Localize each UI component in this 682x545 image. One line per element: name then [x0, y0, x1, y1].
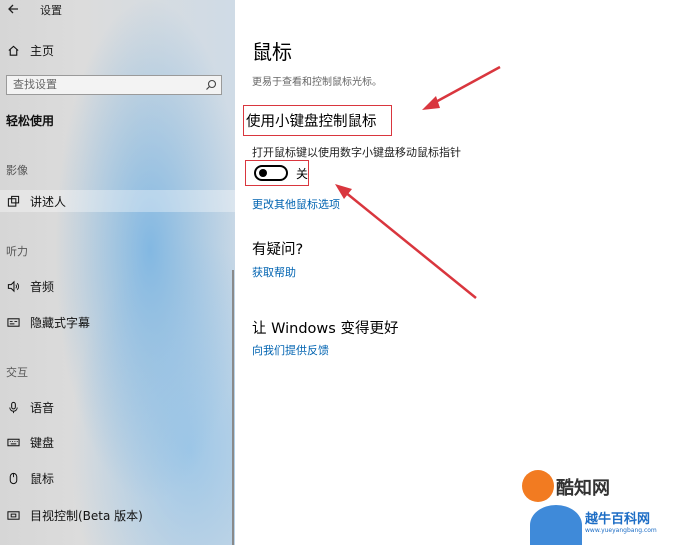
watermark-brand: 酷知网: [556, 478, 610, 499]
watermark-graphic: [530, 505, 582, 545]
sidebar-item-label: 主页: [30, 43, 55, 58]
page-subtitle: 更易于查看和控制鼠标光标。: [252, 77, 382, 88]
sidebar-scrollbar[interactable]: [232, 270, 234, 545]
group-label-interaction: 交互: [6, 366, 28, 379]
narrator-icon: [6, 194, 20, 208]
section-title-improve: 让 Windows 变得更好: [252, 321, 399, 337]
section-title-keypad: 使用小键盘控制鼠标: [243, 105, 392, 136]
more-mouse-options-link[interactable]: 更改其他鼠标选项: [252, 196, 340, 212]
mouse-keys-toggle[interactable]: [254, 165, 288, 181]
window-title: 设置: [40, 4, 62, 17]
search-icon[interactable]: [205, 79, 217, 91]
eye-control-icon: [6, 508, 20, 522]
sidebar-item-audio[interactable]: 音频: [0, 276, 235, 296]
home-icon: [6, 43, 20, 57]
sidebar-item-narrator[interactable]: 讲述人: [0, 190, 235, 212]
section-title-help: 有疑问?: [252, 242, 304, 258]
back-arrow-icon[interactable]: [6, 2, 20, 16]
group-label-vision: 影像: [6, 164, 28, 177]
toggle-knob: [259, 169, 267, 177]
window-title-bar: 设置: [0, 0, 235, 18]
captions-icon: [6, 315, 20, 329]
watermark-brand-2: 越牛百科网: [585, 512, 651, 527]
sidebar: 设置 主页 查找设置 轻松使用 影像 讲述人 听力 音频 隐藏式字幕 交互 语音…: [0, 0, 235, 545]
sidebar-item-label: 音频: [30, 279, 55, 294]
sidebar-item-label: 鼠标: [30, 471, 55, 486]
sidebar-item-eye-control[interactable]: 目视控制(Beta 版本): [0, 505, 235, 525]
category-title: 轻松使用: [6, 114, 55, 128]
watermark-url: www.yueyangbang.com: [585, 527, 657, 534]
sidebar-item-label: 隐藏式字幕: [30, 315, 91, 330]
toggle-description: 打开鼠标键以使用数字小键盘移动鼠标指针: [252, 146, 461, 159]
page-title: 鼠标: [252, 40, 292, 64]
toggle-state-label: 关: [295, 166, 308, 181]
search-input[interactable]: 查找设置: [6, 75, 222, 95]
get-help-link[interactable]: 获取帮助: [252, 264, 296, 280]
sidebar-item-keyboard[interactable]: 键盘: [0, 432, 235, 452]
sidebar-item-label: 语音: [30, 400, 55, 415]
sidebar-item-label: 键盘: [30, 435, 55, 450]
sidebar-item-speech[interactable]: 语音: [0, 397, 235, 417]
search-placeholder: 查找设置: [13, 78, 57, 91]
speaker-icon: [6, 279, 20, 293]
sidebar-item-captions[interactable]: 隐藏式字幕: [0, 312, 235, 332]
sidebar-item-label: 讲述人: [30, 194, 67, 209]
watermark-logo-icon: [522, 470, 554, 502]
sidebar-item-home[interactable]: 主页: [0, 41, 235, 59]
mouse-icon: [6, 471, 20, 485]
mouse-keys-toggle-highlight: 关: [245, 160, 309, 186]
keyboard-icon: [6, 435, 20, 449]
group-label-hearing: 听力: [6, 245, 28, 258]
sidebar-item-label: 目视控制(Beta 版本): [30, 508, 143, 523]
main-content: 鼠标 更易于查看和控制鼠标光标。 使用小键盘控制鼠标 打开鼠标键以使用数字小键盘…: [235, 0, 682, 545]
feedback-link[interactable]: 向我们提供反馈: [252, 342, 329, 358]
microphone-icon: [6, 400, 20, 414]
sidebar-item-mouse[interactable]: 鼠标: [0, 468, 235, 488]
